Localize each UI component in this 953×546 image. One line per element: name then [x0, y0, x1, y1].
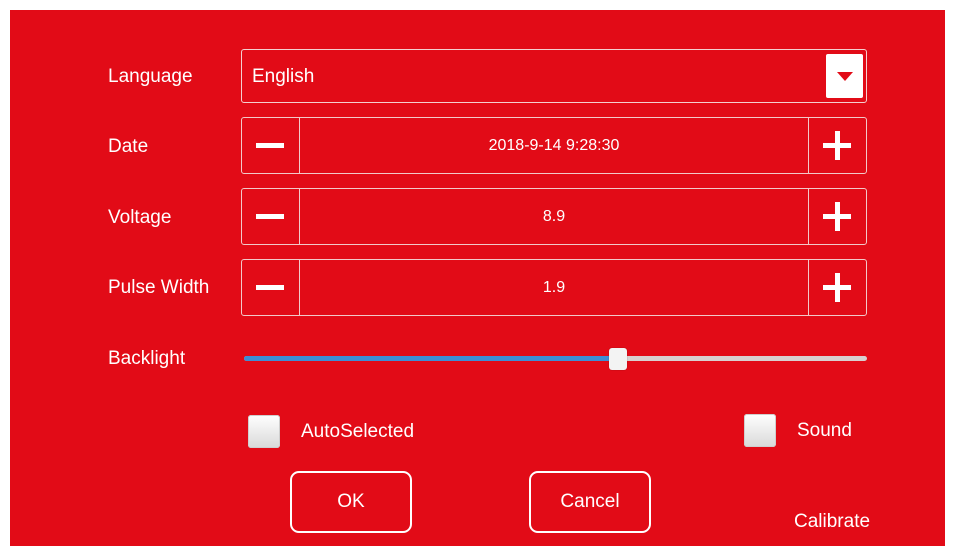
pulse-width-increment-button[interactable] — [808, 260, 866, 315]
auto-selected-label: AutoSelected — [301, 421, 415, 442]
pulse-width-decrement-button[interactable] — [242, 260, 300, 315]
minus-icon — [256, 214, 284, 219]
voltage-value: 8.9 — [542, 208, 566, 225]
pulse-width-label: Pulse Width — [108, 277, 210, 298]
date-increment-button[interactable] — [808, 118, 866, 173]
voltage-increment-button[interactable] — [808, 189, 866, 244]
voltage-decrement-button[interactable] — [242, 189, 300, 244]
date-value: 2018-9-14 9:28:30 — [488, 137, 620, 154]
language-label: Language — [108, 66, 193, 87]
slider-fill — [244, 356, 618, 361]
sound-checkbox[interactable] — [744, 414, 776, 447]
cancel-button[interactable]: Cancel — [529, 471, 651, 533]
date-decrement-button[interactable] — [242, 118, 300, 173]
calibrate-button[interactable]: Calibrate — [794, 511, 870, 533]
backlight-label: Backlight — [108, 348, 186, 369]
settings-panel: Language English Date 2018-9-14 9:28:30 … — [10, 10, 945, 546]
language-dropdown[interactable]: English — [241, 49, 867, 103]
settings-screen: Language English Date 2018-9-14 9:28:30 … — [0, 0, 953, 546]
backlight-slider[interactable] — [244, 348, 867, 370]
caret-down-icon[interactable] — [826, 54, 863, 98]
pulse-width-value: 1.9 — [542, 279, 566, 296]
date-label: Date — [108, 136, 149, 157]
date-stepper: 2018-9-14 9:28:30 — [241, 117, 867, 174]
minus-icon — [256, 143, 284, 148]
auto-selected-checkbox[interactable] — [248, 415, 280, 448]
pulse-width-stepper: 1.9 — [241, 259, 867, 316]
voltage-stepper: 8.9 — [241, 188, 867, 245]
language-selected-value: English — [252, 66, 315, 87]
minus-icon — [256, 285, 284, 290]
ok-button[interactable]: OK — [290, 471, 412, 533]
sound-label: Sound — [797, 420, 852, 441]
voltage-label: Voltage — [108, 207, 172, 228]
slider-thumb[interactable] — [609, 348, 627, 370]
